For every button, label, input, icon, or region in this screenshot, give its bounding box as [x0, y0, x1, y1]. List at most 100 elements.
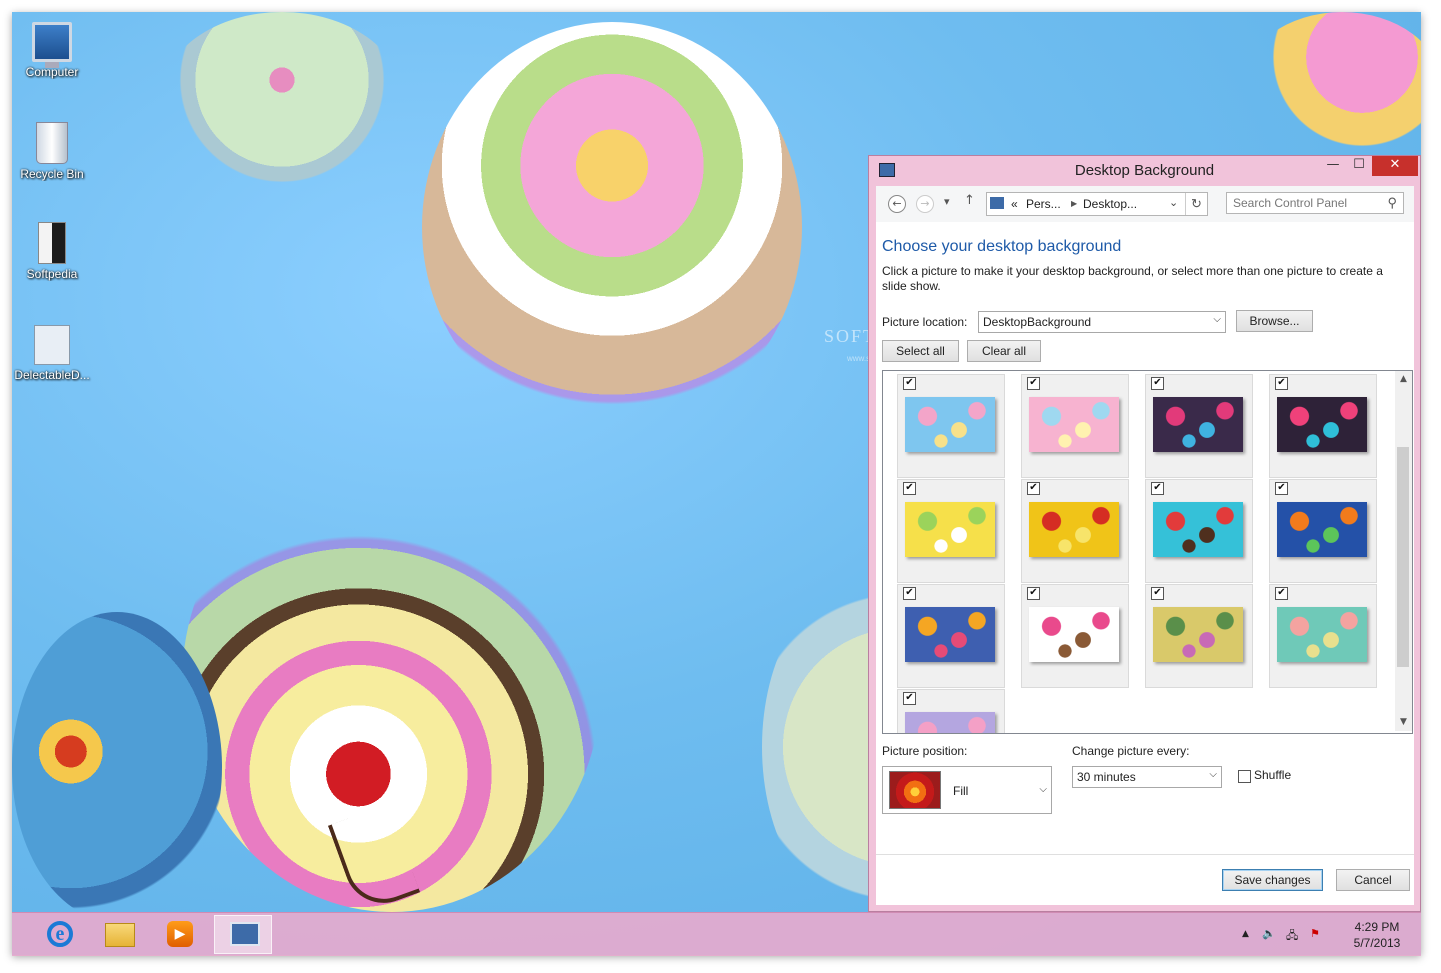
- gallery-thumbnail[interactable]: ✔: [1145, 479, 1253, 583]
- picture-position-select[interactable]: Fill ⌵: [882, 766, 1052, 814]
- thumbnail-checkbox[interactable]: ✔: [1151, 377, 1164, 390]
- gallery-thumbnail[interactable]: ✔: [897, 584, 1005, 688]
- breadcrumb-overflow[interactable]: «: [1011, 197, 1018, 211]
- wallpaper-thumbnail-image: [905, 502, 995, 557]
- computer-icon: [32, 22, 72, 68]
- thumbnail-checkbox[interactable]: ✔: [903, 482, 916, 495]
- recycle-bin-icon: [36, 122, 68, 164]
- gallery-thumbnail[interactable]: ✔: [1145, 584, 1253, 688]
- thumbnail-checkbox[interactable]: ✔: [1151, 587, 1164, 600]
- close-button[interactable]: ✕: [1372, 156, 1418, 176]
- search-input[interactable]: Search Control Panel ⚲: [1226, 192, 1404, 214]
- gallery-thumbnail[interactable]: ✔: [897, 374, 1005, 478]
- folder-icon: [105, 923, 135, 947]
- select-all-button[interactable]: Select all: [882, 340, 959, 362]
- thumbnail-checkbox[interactable]: ✔: [1027, 587, 1040, 600]
- desktop-icon-softpedia[interactable]: Softpedia: [12, 222, 92, 281]
- clock-time: 4:29 PM: [1354, 920, 1400, 934]
- picture-position-label: Picture position:: [882, 744, 968, 758]
- gallery-thumbnail[interactable]: ✔: [1269, 479, 1377, 583]
- address-bar[interactable]: « Pers... ▶ Desktop... ⌄ ↻: [986, 192, 1208, 216]
- thumbnail-checkbox[interactable]: ✔: [1027, 377, 1040, 390]
- taskbar-file-explorer[interactable]: [89, 915, 147, 954]
- forward-arrow-icon[interactable]: →: [916, 195, 934, 213]
- action-center-flag-icon[interactable]: ⚑: [1310, 927, 1320, 940]
- shuffle-label[interactable]: Shuffle: [1254, 768, 1291, 782]
- wallpaper-thumbnail-image: [1277, 502, 1367, 557]
- gallery-thumbnail[interactable]: ✔: [1021, 584, 1129, 688]
- recent-pages-chevron-icon[interactable]: ▾: [944, 195, 950, 208]
- gallery-thumbnail[interactable]: ✔: [1021, 374, 1129, 478]
- taskbar-control-panel[interactable]: [214, 915, 272, 954]
- control-panel-icon: [990, 197, 1004, 209]
- gallery-scrollbar[interactable]: ▲ ▼: [1395, 371, 1412, 731]
- taskbar-media-player[interactable]: ▶: [149, 915, 207, 954]
- gallery-thumbnail[interactable]: ✔: [1269, 584, 1377, 688]
- wallpaper-thumbnail-image: [1029, 397, 1119, 452]
- cancel-button[interactable]: Cancel: [1336, 869, 1410, 891]
- wallpaper-cupcake: [422, 22, 802, 432]
- breadcrumb-desktop-background[interactable]: Desktop...: [1083, 197, 1137, 211]
- desktop-icon-delectable[interactable]: DelectableD...: [12, 325, 92, 382]
- picture-location-select[interactable]: DesktopBackground ⌵: [978, 311, 1226, 333]
- save-changes-button[interactable]: Save changes: [1222, 869, 1323, 891]
- browse-button[interactable]: Browse...: [1236, 310, 1313, 332]
- desktop-icon-computer[interactable]: Computer: [12, 22, 92, 79]
- clear-all-button[interactable]: Clear all: [967, 340, 1041, 362]
- thumbnail-checkbox[interactable]: ✔: [903, 377, 916, 390]
- wallpaper-cupcake: [1242, 12, 1421, 162]
- title-bar[interactable]: Desktop Background — ☐ ✕: [869, 156, 1420, 184]
- up-arrow-icon[interactable]: ↑: [964, 193, 975, 208]
- chevron-down-icon: ⌵: [1209, 769, 1217, 780]
- scroll-down-arrow-icon[interactable]: ▼: [1395, 714, 1412, 731]
- breadcrumb-personalization[interactable]: Pers...: [1026, 197, 1061, 211]
- thumbnail-checkbox[interactable]: ✔: [1151, 482, 1164, 495]
- thumbnail-checkbox[interactable]: ✔: [1275, 482, 1288, 495]
- picture-location-label: Picture location:: [882, 315, 968, 329]
- desktop-icon-label: DelectableD...: [14, 368, 90, 382]
- gallery-thumbnail[interactable]: ✔: [897, 689, 1005, 733]
- clock-date: 5/7/2013: [1353, 936, 1401, 950]
- thumbnail-checkbox[interactable]: ✔: [903, 692, 916, 705]
- minimize-button[interactable]: —: [1320, 156, 1346, 176]
- desktop-icon-recycle-bin[interactable]: Recycle Bin: [12, 122, 92, 181]
- maximize-button[interactable]: ☐: [1346, 156, 1372, 176]
- wallpaper-thumbnail-image: [905, 712, 995, 733]
- show-hidden-icons-chevron-icon[interactable]: ▲: [1242, 929, 1249, 939]
- thumbnail-checkbox[interactable]: ✔: [1027, 482, 1040, 495]
- gallery-thumbnail[interactable]: ✔: [1145, 374, 1253, 478]
- thumbnail-checkbox[interactable]: ✔: [903, 587, 916, 600]
- refresh-icon[interactable]: ↻: [1185, 193, 1207, 215]
- search-icon[interactable]: ⚲: [1387, 195, 1397, 211]
- address-dropdown-icon[interactable]: ⌄: [1169, 196, 1178, 209]
- taskbar: e ▶ ▲ 🔈 🖧 ⚑ 4:29 PM 5/7/2013: [12, 912, 1421, 956]
- desktop-icon-label: Recycle Bin: [20, 167, 84, 181]
- network-icon[interactable]: 🖧: [1286, 927, 1298, 946]
- thumbnail-checkbox[interactable]: ✔: [1275, 377, 1288, 390]
- thumbnail-checkbox[interactable]: ✔: [1275, 587, 1288, 600]
- wallpaper-thumbnail-image: [905, 397, 995, 452]
- position-preview-image: [889, 771, 941, 809]
- change-picture-interval-select[interactable]: 30 minutes ⌵: [1072, 766, 1222, 788]
- scrollbar-thumb[interactable]: [1397, 447, 1409, 667]
- desktop-background-window: Desktop Background — ☐ ✕ ← → ▾ ↑ « Pers.…: [868, 155, 1421, 912]
- shuffle-checkbox[interactable]: [1238, 770, 1251, 783]
- picture-gallery[interactable]: ✔ ✔ ✔ ✔ ✔ ✔ ✔ ✔ ✔ ✔ ✔ ✔ ✔ ▲ ▼: [882, 370, 1413, 734]
- chevron-down-icon: ⌵: [1039, 784, 1047, 795]
- gallery-thumbnail[interactable]: ✔: [897, 479, 1005, 583]
- breadcrumb-separator-icon: ▶: [1071, 199, 1078, 208]
- page-title: Choose your desktop background: [882, 238, 1122, 255]
- gallery-thumbnail[interactable]: ✔: [1021, 479, 1129, 583]
- control-panel-icon: [230, 922, 260, 946]
- wallpaper-thumbnail-image: [1029, 607, 1119, 662]
- scroll-up-arrow-icon[interactable]: ▲: [1395, 371, 1412, 388]
- taskbar-internet-explorer[interactable]: e: [29, 915, 87, 954]
- change-picture-label: Change picture every:: [1072, 744, 1190, 758]
- gallery-thumbnail[interactable]: ✔: [1269, 374, 1377, 478]
- window-client: ← → ▾ ↑ « Pers... ▶ Desktop... ⌄ ↻ Searc…: [876, 186, 1414, 905]
- speaker-icon[interactable]: 🔈: [1262, 927, 1276, 940]
- wallpaper-cupcake: [12, 612, 222, 922]
- clock[interactable]: 4:29 PM 5/7/2013: [1342, 919, 1412, 951]
- file-icon: [34, 325, 70, 365]
- back-arrow-icon[interactable]: ←: [888, 195, 906, 213]
